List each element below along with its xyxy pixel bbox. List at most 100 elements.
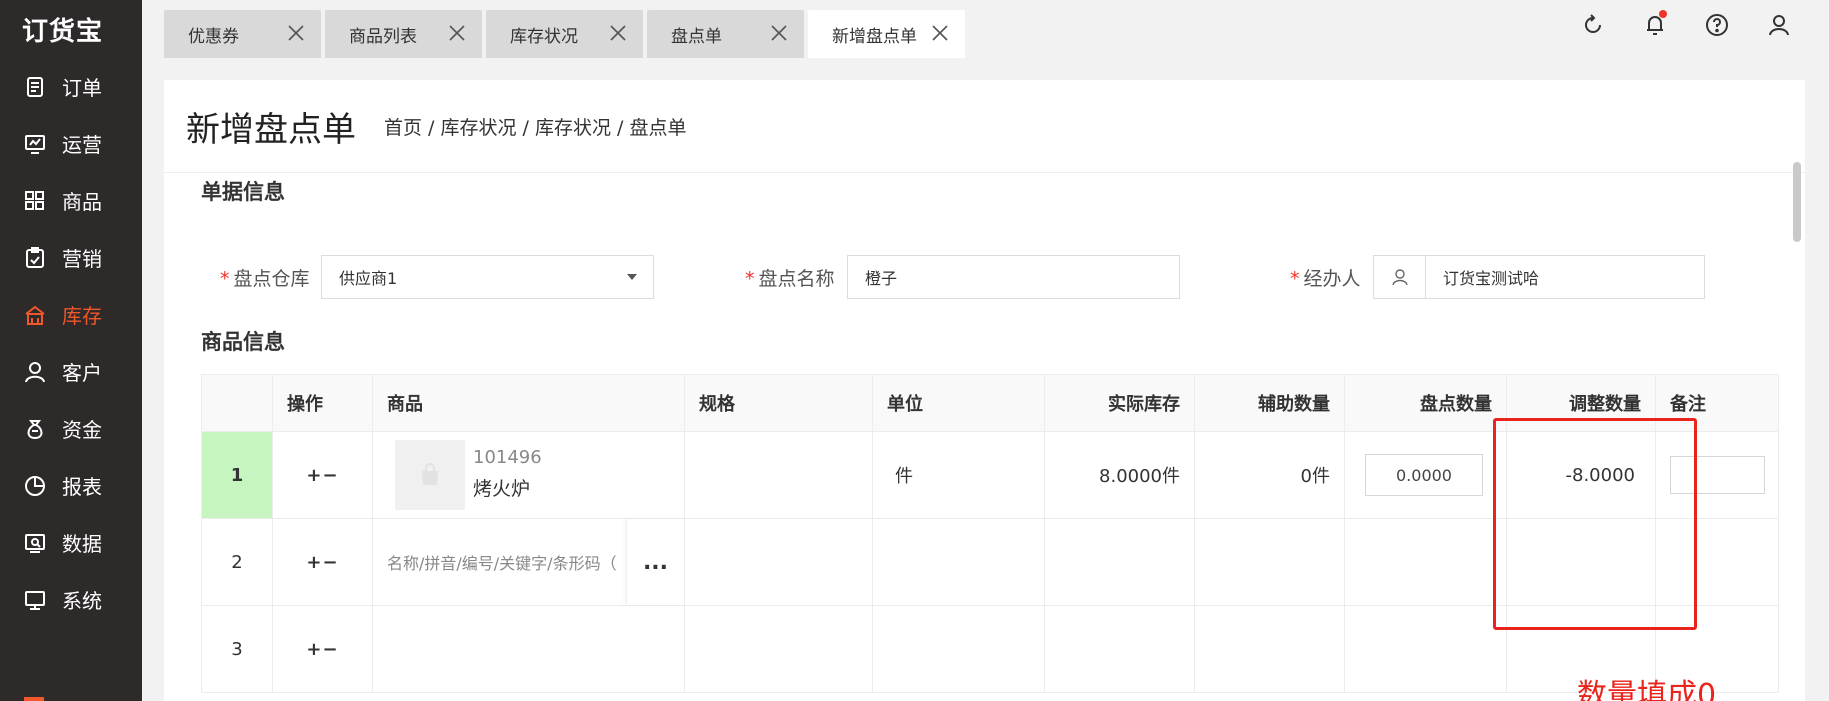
funds-icon [24,418,46,440]
col-unit: 单位 [872,374,1045,432]
tab-label: 盘点单 [671,26,722,47]
sidebar-item-label: 库存 [62,304,102,328]
sidebar-item-label: 数据 [62,532,102,556]
sidebar-item-data[interactable]: 数据 [0,514,142,571]
app-logo[interactable]: 订货宝 [0,0,142,58]
add-remove-buttons[interactable]: +− [272,518,373,606]
aux-qty-cell [1194,605,1345,693]
product-cell [372,605,685,693]
user-icon[interactable] [1767,13,1791,37]
stocktake-name-input[interactable]: 橙子 [847,255,1180,299]
count-qty-cell [1344,605,1507,693]
product-search-cell[interactable]: 名称/拼音/编号/关键字/条形码（ ... [372,518,685,606]
product-name: 烤火炉 [473,478,531,500]
table-row: 1 +− 101496 烤火炉 件 8.0000件 0件 0.0000 -8.0… [201,431,1779,519]
system-icon [24,589,46,611]
close-icon[interactable] [609,24,627,42]
tab-goods-list[interactable]: 商品列表 [325,10,482,58]
sidebar-item-inventory[interactable]: 库存 [0,286,142,343]
marketing-icon [24,246,46,269]
sidebar-item-label: 系统 [62,589,102,613]
sidebar-item-report[interactable]: 报表 [0,457,142,514]
bell-icon[interactable] [1643,10,1667,37]
sidebar-item-label: 营销 [62,247,102,271]
col-adjust-qty: 调整数量 [1506,374,1656,432]
sidebar-item-label: 客户 [62,361,102,385]
close-icon[interactable] [448,24,466,42]
product-thumbnail [395,440,465,510]
col-goods: 商品 [372,374,685,432]
sidebar-item-funds[interactable]: 资金 [0,400,142,457]
col-actual-stock: 实际库存 [1044,374,1195,432]
handler-input-group[interactable]: 订货宝测试哈 [1373,255,1705,299]
person-icon [1391,269,1408,286]
spec-cell [684,518,873,606]
goods-info-title: 商品信息 [201,330,285,354]
data-icon [24,532,46,554]
count-qty-cell: 0.0000 [1344,431,1507,519]
breadcrumb[interactable]: 首页 / 库存状况 / 库存状况 / 盘点单 [384,113,686,140]
name-label: * 盘点名称 [745,267,835,290]
handler-label: * 经办人 [1290,267,1361,290]
sidebar-item-label: 订单 [62,76,102,100]
col-index [201,374,273,432]
adjust-qty-cell: -8.0000 [1506,431,1656,519]
warehouse-select[interactable]: 供应商1 [321,255,654,299]
sidebar-item-marketing[interactable]: 营销 [0,229,142,286]
actual-stock-cell [1044,605,1195,693]
tab-label: 新增盘点单 [832,26,917,47]
col-aux-qty: 辅助数量 [1194,374,1345,432]
sidebar-item-operation[interactable]: 运营 [0,115,142,172]
aux-qty-cell [1194,518,1345,606]
main-panel: 新增盘点单 首页 / 库存状况 / 库存状况 / 盘点单 单据信息 * 盘点仓库 … [164,80,1805,701]
close-icon[interactable] [770,24,788,42]
count-qty-cell [1344,518,1507,606]
goods-table: 操作 商品 规格 单位 实际库存 辅助数量 盘点数量 调整数量 备注 1 +− … [201,374,1779,693]
sidebar-item-label: 报表 [62,475,102,499]
doc-info-form: * 盘点仓库 供应商1 * 盘点名称 橙子 * 经办人 订货宝测试哈 [164,255,1805,299]
remark-cell [1655,431,1779,519]
actual-stock-cell [1044,518,1195,606]
warehouse-field: * 盘点仓库 [220,255,310,299]
help-icon[interactable] [1705,13,1729,37]
close-icon[interactable] [287,24,305,42]
tab-new-stocktake[interactable]: 新增盘点单 [808,10,965,58]
row-index: 3 [201,605,273,693]
tab-label: 库存状况 [510,26,578,47]
sidebar-item-system[interactable]: 系统 [0,571,142,628]
unit-cell [872,605,1045,693]
tab-label: 商品列表 [349,26,417,47]
sidebar-item-goods[interactable]: 商品 [0,172,142,229]
remark-input[interactable] [1669,456,1765,494]
add-remove-buttons[interactable]: +− [272,605,373,693]
refresh-icon[interactable] [1581,13,1605,37]
scrollbar[interactable] [1793,162,1801,242]
add-remove-buttons[interactable]: +− [272,431,373,519]
tab-stocktake[interactable]: 盘点单 [647,10,804,58]
customer-icon [24,361,46,383]
stocktake-name-value: 橙子 [865,269,898,288]
more-button[interactable]: ... [626,519,684,605]
name-field: * 盘点名称 [745,255,835,299]
sidebar-item-customer[interactable]: 客户 [0,343,142,400]
top-bar: 优惠券 商品列表 库存状况 盘点单 新增盘点单 [142,0,1829,58]
sidebar-item-label: 运营 [62,133,102,157]
spec-cell [684,431,873,519]
top-actions [1581,0,1829,50]
sidebar-item-order[interactable]: 订单 [0,58,142,115]
table-row: 3 +− [201,605,1779,693]
page-header: 新增盘点单 首页 / 库存状况 / 库存状况 / 盘点单 [164,80,1805,173]
row-index: 1 [201,431,273,519]
notification-dot [1659,10,1667,18]
handler-input[interactable]: 订货宝测试哈 [1425,255,1705,299]
shopping-bag-icon [422,463,438,485]
product-search-input[interactable]: 名称/拼音/编号/关键字/条形码（ [387,550,627,574]
product-code: 101496 [473,447,542,468]
spec-cell [684,605,873,693]
goods-icon [24,190,46,212]
table-header-row: 操作 商品 规格 单位 实际库存 辅助数量 盘点数量 调整数量 备注 [201,374,1779,432]
close-icon[interactable] [931,24,949,42]
tab-coupon[interactable]: 优惠券 [164,10,321,58]
count-qty-input[interactable]: 0.0000 [1365,454,1483,496]
tab-inventory-status[interactable]: 库存状况 [486,10,643,58]
